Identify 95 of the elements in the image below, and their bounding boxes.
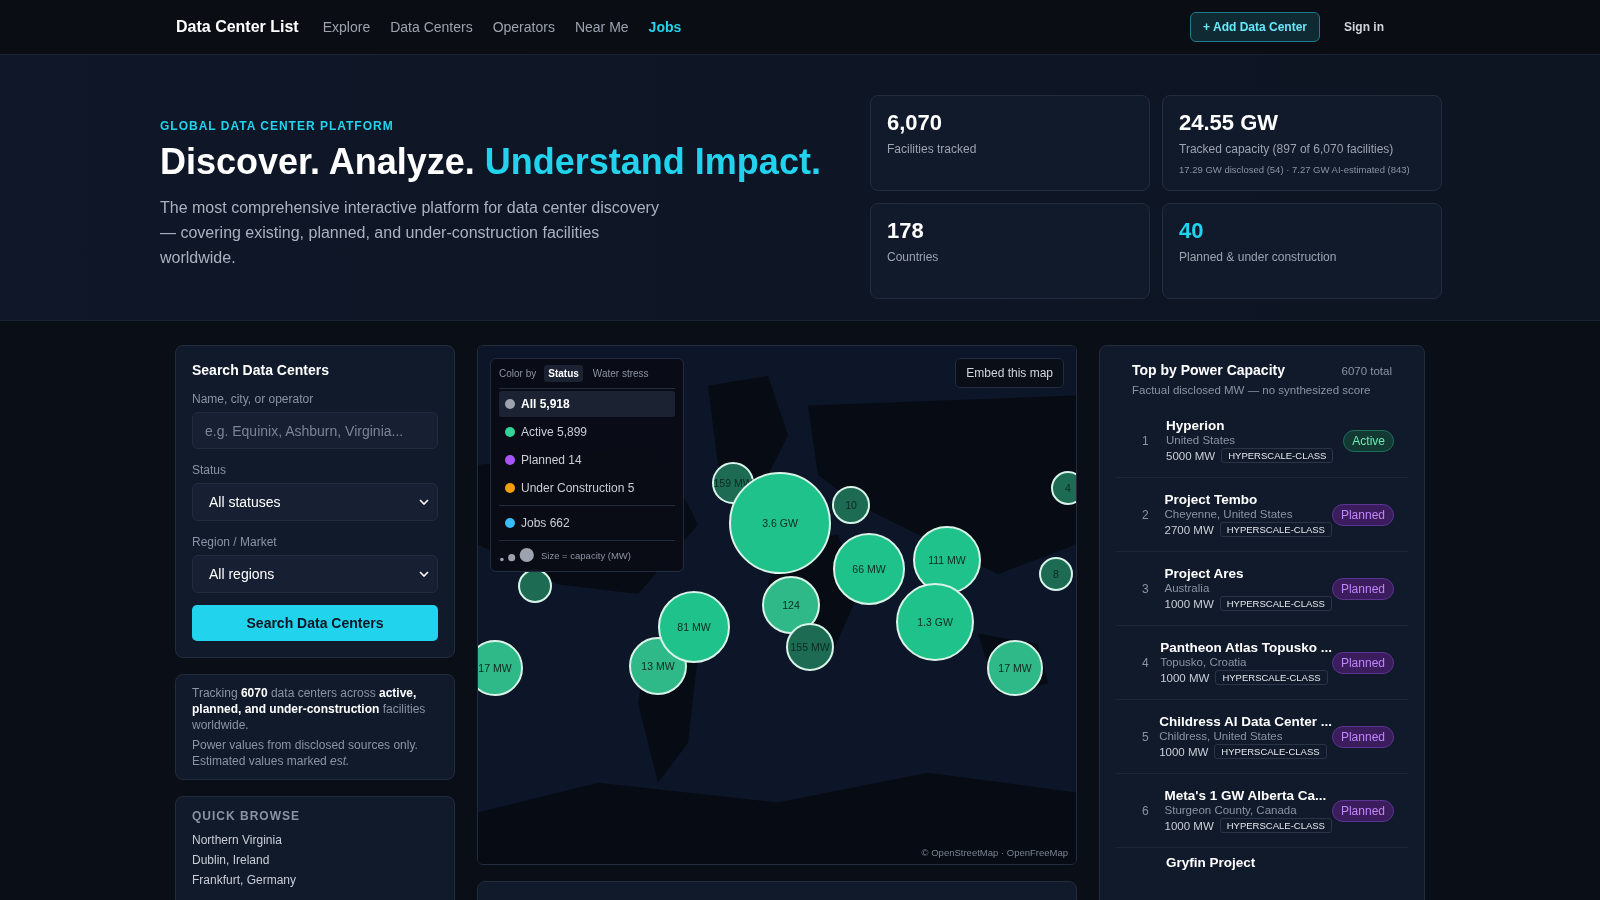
facility-location: Australia <box>1164 582 1211 594</box>
facility-row[interactable]: 3 Project Ares Australia 1000 MW HYPERSCALE-CLASS Planned <box>1116 552 1408 626</box>
facility-location: Childress, United States <box>1159 730 1284 742</box>
power-value: 1000 MW <box>1159 745 1209 758</box>
nav-link[interactable]: Near Me <box>574 19 629 35</box>
stat-label: Facilities tracked <box>887 142 978 156</box>
stat-value: 178 <box>887 218 925 244</box>
stat-label: Countries <box>887 250 940 264</box>
status-badge: Planned <box>1331 503 1394 526</box>
facility-name: Project Ares <box>1164 566 1245 581</box>
section-heading: QUICK BROWSE <box>192 809 301 823</box>
field-label: Name, city, or operator <box>192 392 315 406</box>
color-by-label: Color by <box>499 368 537 379</box>
rank-number: 5 <box>1142 729 1150 744</box>
nav-link[interactable]: Data Centers <box>390 19 473 35</box>
status-badge: Planned <box>1331 799 1394 822</box>
facility-row[interactable]: 6 Meta's 1 GW Alberta Ca... Sturgeon County, Canada 1000 MW HYPERSCALE-CLASS Planned <box>1116 774 1408 848</box>
class-tag: HYPERSCALE-CLASS <box>1221 448 1334 463</box>
facility-row[interactable]: Gryfin Project <box>1116 848 1408 877</box>
stat-value: 6,070 <box>887 110 944 136</box>
facility-row[interactable]: 4 Pantheon Atlas Topusko ... Topusko, Croatia 1000 MW HYPERSCALE-CLASS Planned <box>1116 626 1408 700</box>
map-attribution[interactable]: © OpenStreetMap · OpenFreeMap <box>921 847 1068 858</box>
facility-row[interactable]: 1 Hyperion United States 5000 MW HYPERSCALE-CLASS Active <box>1116 404 1408 478</box>
hero-description: The most comprehensive interactive platform for data center discovery — covering existing, planned, and under-construction facilities worldwide. <box>160 198 660 268</box>
legend-filter[interactable]: Jobs 662 <box>499 510 675 536</box>
size-note: Size = capacity (MW) <box>541 549 631 561</box>
total-count: 6070 total <box>1341 365 1392 377</box>
stat-label: Planned & under construction <box>1179 250 1338 264</box>
quick-browse-link[interactable]: Northern Virginia <box>192 833 438 847</box>
facility-location: United States <box>1166 434 1237 446</box>
legend-filter[interactable]: Planned 14 <box>499 447 675 473</box>
stat-value: 40 <box>1179 218 1205 244</box>
size-scale-icon <box>499 547 535 563</box>
facility-name: Gryfin Project <box>1166 855 1257 870</box>
stat-value: 24.55 GW <box>1179 110 1280 136</box>
facility-name: Project Tembo <box>1164 492 1259 507</box>
power-value: 1000 MW <box>1164 819 1214 832</box>
color-by-tab[interactable]: Water stress <box>588 365 653 382</box>
nav-link[interactable]: Operators <box>492 19 555 35</box>
status-badge: Planned <box>1331 651 1394 674</box>
status-badge: Planned <box>1331 725 1394 748</box>
quick-browse-link[interactable]: Frankfurt, Germany <box>192 873 438 887</box>
facility-row[interactable]: 2 Project Tembo Cheyenne, United States 2700 MW HYPERSCALE-CLASS Planned <box>1116 478 1408 552</box>
facility-row[interactable]: 5 Childress AI Data Center ... Childress, United States 1000 MW HYPERSCALE-CLASS Planned <box>1116 700 1408 774</box>
nav-link[interactable]: Explore <box>322 19 371 35</box>
facility-location: Cheyenne, United States <box>1164 508 1294 520</box>
status-select[interactable]: All statuses <box>192 483 438 521</box>
panel-title: Top by Power Capacity <box>1132 362 1285 378</box>
sign-in-link[interactable]: Sign in <box>1344 20 1384 34</box>
facility-name: Meta's 1 GW Alberta Ca... <box>1164 788 1328 803</box>
facility-name: Pantheon Atlas Topusko ... <box>1160 640 1332 655</box>
power-value: 1000 MW <box>1164 597 1214 610</box>
facility-name: Childress AI Data Center ... <box>1159 714 1332 729</box>
power-value: 1000 MW <box>1160 671 1210 684</box>
quick-browse-link[interactable]: Dublin, Ireland <box>192 853 438 867</box>
power-value: 2700 MW <box>1164 523 1214 536</box>
eyebrow-text: GLOBAL DATA CENTER PLATFORM <box>160 119 395 133</box>
rank-number: 1 <box>1142 433 1150 448</box>
class-tag: HYPERSCALE-CLASS <box>1219 818 1332 833</box>
panel-title: Search Data Centers <box>192 362 330 378</box>
chevron-down-icon <box>419 499 429 505</box>
rank-number: 3 <box>1142 581 1150 596</box>
class-tag: HYPERSCALE-CLASS <box>1219 522 1332 537</box>
power-value: 5000 MW <box>1166 449 1216 462</box>
search-field[interactable]: e.g. Equinix, Ashburn, Virginia... <box>192 412 438 449</box>
legend-filter[interactable]: All 5,918 <box>499 391 675 417</box>
class-tag: HYPERSCALE-CLASS <box>1219 596 1332 611</box>
hero-heading: Discover. Analyze. Understand Impact. <box>160 141 820 183</box>
info-note: Power values from disclosed sources only. Estimated values marked est. <box>192 737 419 769</box>
embed-map-button[interactable]: Embed this map <box>955 358 1064 388</box>
search-button[interactable]: Search Data Centers <box>192 605 438 641</box>
status-badge: Active <box>1343 429 1394 452</box>
facility-name: Hyperion <box>1166 418 1226 433</box>
chevron-down-icon <box>419 571 429 577</box>
stat-label: Tracked capacity (897 of 6,070 facilities) <box>1179 142 1395 156</box>
facility-location: Sturgeon County, Canada <box>1164 804 1298 816</box>
stat-note: 17.29 GW disclosed (54) · 7.27 GW AI-estimated (843) <box>1179 164 1411 175</box>
facility-location: Topusko, Croatia <box>1160 656 1248 668</box>
class-tag: HYPERSCALE-CLASS <box>1214 744 1327 759</box>
site-logo[interactable]: Data Center List <box>176 18 299 36</box>
field-label: Region / Market <box>192 535 278 549</box>
field-label: Status <box>192 463 228 477</box>
class-tag: HYPERSCALE-CLASS <box>1215 670 1328 685</box>
rank-number: 6 <box>1142 803 1150 818</box>
rank-number: 4 <box>1142 655 1150 670</box>
rank-number: 2 <box>1142 507 1150 522</box>
color-by-tab[interactable]: Status <box>544 365 583 382</box>
status-badge: Planned <box>1331 577 1394 600</box>
nav-link[interactable]: Jobs <box>648 19 682 35</box>
legend-filter[interactable]: Active 5,899 <box>499 419 675 445</box>
add-data-center-button[interactable]: + Add Data Center <box>1190 12 1320 42</box>
panel-subtitle: Factual disclosed MW — no synthesized score <box>1131 383 1372 398</box>
legend-filter[interactable]: Under Construction 5 <box>499 475 675 501</box>
region-select[interactable]: All regions <box>192 555 438 593</box>
info-text: Tracking 6070 data centers across active, planned, and under-construction facilities worldwide. <box>192 685 427 733</box>
